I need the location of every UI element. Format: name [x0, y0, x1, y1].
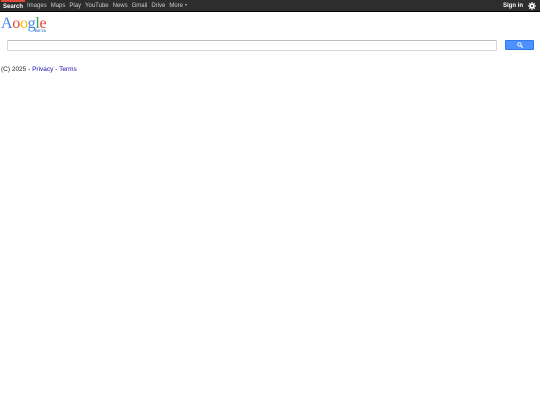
logo: Aoogle BETA	[1, 15, 61, 35]
search-row	[7, 40, 534, 52]
nav-item-more-label: More	[169, 3, 183, 9]
beta-badge: BETA	[35, 28, 47, 33]
sign-in-link[interactable]: Sign in	[503, 0, 523, 12]
logo-letter: o	[12, 15, 20, 32]
nav-item-youtube[interactable]: YouTube	[83, 0, 111, 12]
copyright-text: (C) 2025 -	[1, 66, 33, 73]
footer: (C) 2025 - Privacy - Terms	[1, 66, 77, 73]
nav-item-images[interactable]: Images	[25, 0, 49, 12]
nav-item-maps[interactable]: Maps	[49, 0, 68, 12]
search-button[interactable]	[505, 40, 534, 50]
logo-letter: o	[19, 15, 28, 32]
terms-link[interactable]: Terms	[59, 66, 77, 73]
nav-item-play[interactable]: Play	[67, 0, 83, 12]
top-nav-bar: Search Images Maps Play YouTube News Gma…	[0, 0, 540, 12]
search-icon	[516, 42, 523, 48]
nav-item-search[interactable]: Search	[1, 0, 26, 12]
search-input[interactable]	[7, 40, 497, 51]
chevron-down-icon	[185, 4, 187, 7]
gear-icon[interactable]	[528, 2, 536, 10]
nav-item-news[interactable]: News	[111, 0, 130, 12]
logo-letter: A	[1, 15, 13, 32]
nav-item-more[interactable]: More	[167, 0, 189, 12]
nav-links: Search Images Maps Play YouTube News Gma…	[1, 0, 189, 12]
nav-item-drive[interactable]: Drive	[149, 0, 167, 12]
privacy-link[interactable]: Privacy	[32, 66, 53, 73]
nav-item-gmail[interactable]: Gmail	[130, 0, 150, 12]
